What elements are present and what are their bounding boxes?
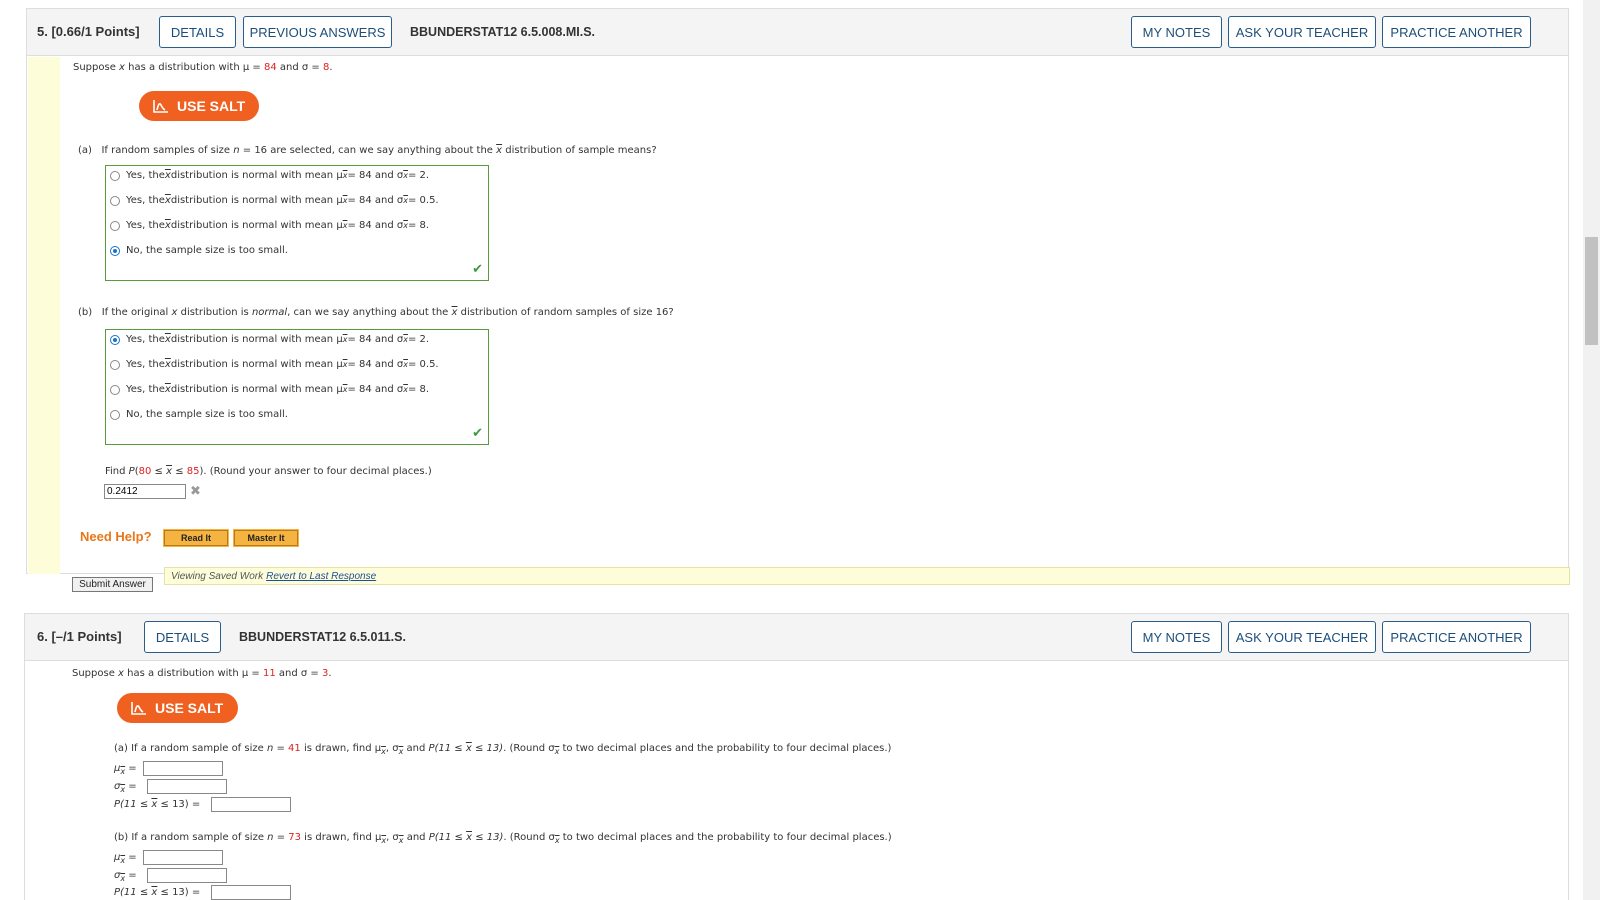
part-b-question: (b) If the original x distribution is no… (78, 307, 674, 318)
previous-answers-button[interactable]: PREVIOUS ANSWERS (243, 16, 392, 48)
question-5-intro: Suppose x has a distribution with μ = 84… (73, 62, 333, 73)
sigma-xbar-input-b[interactable] (147, 868, 227, 883)
option-a-3[interactable]: Yes, the x distribution is normal with m… (110, 220, 429, 231)
option-b-1[interactable]: Yes, the x distribution is normal with m… (110, 334, 429, 345)
part-a-question: (a) If random samples of size n = 16 are… (78, 145, 657, 156)
radio-button[interactable] (110, 384, 120, 395)
my-notes-button[interactable]: MY NOTES (1131, 621, 1222, 653)
option-b-3[interactable]: Yes, the x distribution is normal with m… (110, 384, 429, 395)
question-5-header: 5. [0.66/1 Points] DETAILS PREVIOUS ANSW… (27, 9, 1568, 56)
my-notes-button[interactable]: MY NOTES (1131, 16, 1222, 48)
sigma-xbar-input-a[interactable] (147, 779, 227, 794)
details-button[interactable]: DETAILS (159, 16, 236, 48)
need-help-label: Need Help? (80, 529, 152, 544)
salt-chart-icon (131, 702, 146, 715)
option-a-1[interactable]: Yes, the x distribution is normal with m… (110, 170, 429, 181)
radio-button[interactable] (110, 409, 120, 420)
option-a-2[interactable]: Yes, the x distribution is normal with m… (110, 195, 439, 206)
radio-button[interactable] (110, 359, 120, 370)
saved-work-bar: Viewing Saved Work Revert to Last Respons… (164, 567, 1570, 585)
probability-label: P(11 ≤ x ≤ 13) = (114, 887, 201, 898)
revert-link[interactable]: Revert to Last Response (266, 571, 376, 582)
radio-button[interactable] (110, 170, 120, 181)
correct-check-icon: ✔ (472, 262, 483, 277)
probability-answer-input[interactable] (104, 484, 186, 499)
option-b-2[interactable]: Yes, the x distribution is normal with m… (110, 359, 439, 370)
part-a-options: Yes, the x distribution is normal with m… (105, 165, 489, 281)
sigma-xbar-label: σx = (114, 781, 137, 794)
radio-button[interactable] (110, 220, 120, 231)
read-it-button[interactable]: Read It (163, 529, 229, 547)
probability-input-a[interactable] (211, 797, 291, 812)
submit-answer-button[interactable]: Submit Answer (72, 577, 153, 592)
radio-button[interactable] (110, 195, 120, 206)
option-a-4[interactable]: No, the sample size is too small. (110, 245, 288, 256)
sigma-xbar-label: σx = (114, 870, 137, 883)
part-b-options: Yes, the x distribution is normal with m… (105, 329, 489, 445)
option-b-4[interactable]: No, the sample size is too small. (110, 409, 288, 420)
salt-chart-icon (153, 100, 168, 113)
q6-part-b-question: (b) If a random sample of size n = 73 is… (114, 832, 892, 845)
question-6: 6. [–/1 Points] DETAILS BBUNDERSTAT12 6.… (24, 613, 1569, 900)
practice-another-button[interactable]: PRACTICE ANOTHER (1382, 621, 1531, 653)
incorrect-x-icon: ✖ (190, 484, 201, 499)
question-code: BBUNDERSTAT12 6.5.008.MI.S. (410, 25, 596, 39)
practice-another-button[interactable]: PRACTICE ANOTHER (1382, 16, 1531, 48)
question-5: 5. [0.66/1 Points] DETAILS PREVIOUS ANSW… (26, 8, 1569, 574)
mu-xbar-input-a[interactable] (143, 761, 223, 776)
mu-xbar-label: μx = (114, 763, 137, 776)
question-code: BBUNDERSTAT12 6.5.011.S. (239, 630, 406, 644)
ask-your-teacher-button[interactable]: ASK YOUR TEACHER (1228, 621, 1376, 653)
probability-label: P(11 ≤ x ≤ 13) = (114, 799, 201, 810)
ask-your-teacher-button[interactable]: ASK YOUR TEACHER (1228, 16, 1376, 48)
scrollbar-thumb[interactable] (1585, 237, 1598, 345)
master-it-button[interactable]: Master It (233, 529, 299, 547)
mu-xbar-input-b[interactable] (143, 850, 223, 865)
find-probability-prompt: Find P(80 ≤ x ≤ 85). (Round your answer … (105, 466, 432, 477)
question-6-intro: Suppose x has a distribution with μ = 11… (72, 668, 332, 679)
question-6-header: 6. [–/1 Points] DETAILS BBUNDERSTAT12 6.… (25, 614, 1568, 661)
use-salt-button[interactable]: USE SALT (117, 693, 238, 723)
probability-input-b[interactable] (211, 885, 291, 900)
mu-xbar-label: μx = (114, 852, 137, 865)
vertical-scrollbar[interactable] (1583, 0, 1600, 900)
question-number: 6. [–/1 Points] (37, 629, 122, 644)
status-sidebar (28, 57, 60, 574)
use-salt-button[interactable]: USE SALT (139, 91, 259, 121)
correct-check-icon: ✔ (472, 426, 483, 441)
q6-part-a-question: (a) If a random sample of size n = 41 is… (114, 743, 892, 756)
question-number: 5. [0.66/1 Points] (37, 24, 140, 39)
radio-button-selected[interactable] (110, 245, 120, 256)
radio-button-selected[interactable] (110, 334, 120, 345)
details-button[interactable]: DETAILS (144, 621, 221, 653)
